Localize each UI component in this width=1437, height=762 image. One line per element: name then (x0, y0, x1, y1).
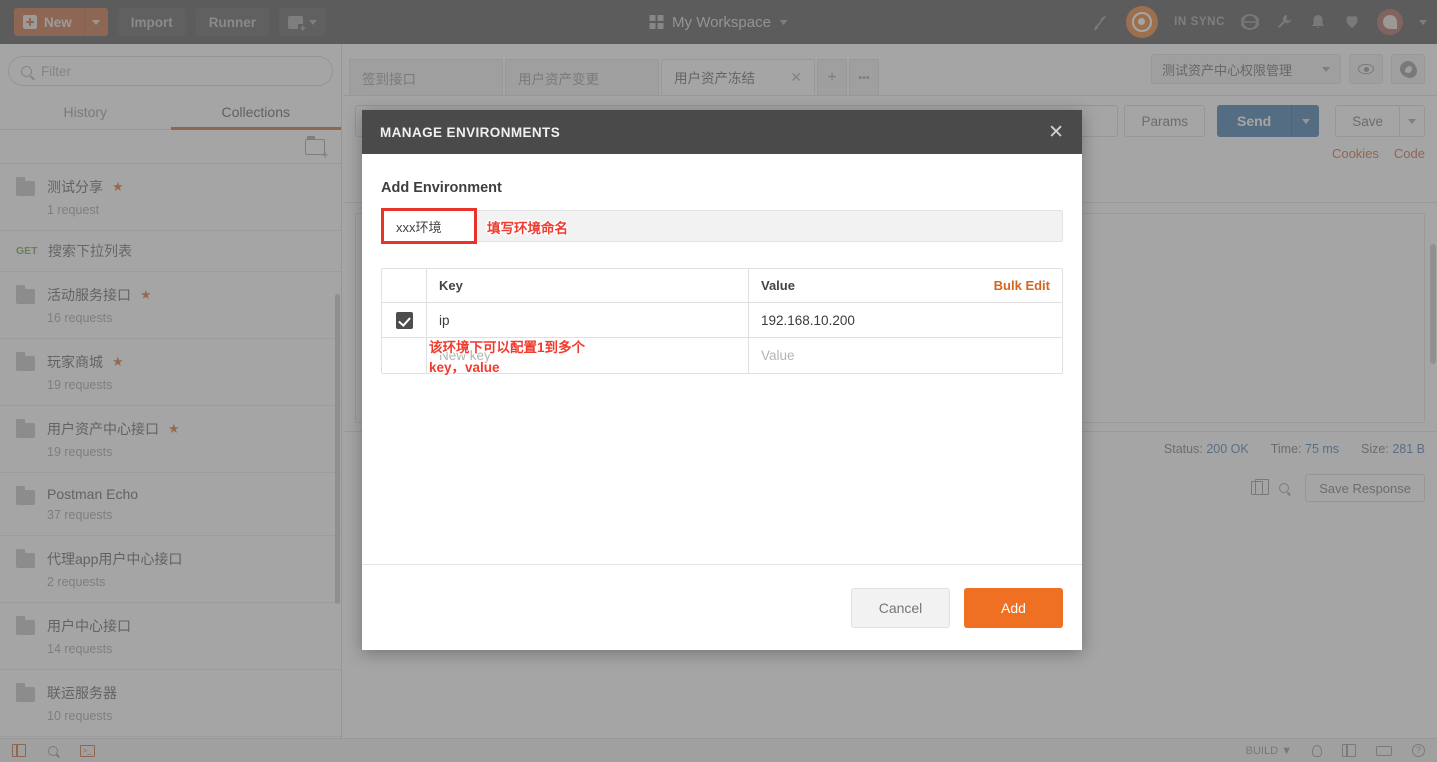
annotation-env-name: 填写环境命名 (486, 220, 570, 238)
header-key-cell: Key (427, 269, 749, 302)
header-value-label: Value (761, 278, 795, 293)
row-value-cell-placeholder[interactable]: Value (749, 338, 1062, 373)
environment-name-field-background[interactable] (381, 210, 1063, 242)
table-row[interactable]: ip 192.168.10.200 (382, 303, 1062, 338)
section-title: Add Environment (381, 180, 502, 196)
header-value-cell: Value Bulk Edit (749, 269, 1062, 302)
row-key-cell[interactable]: ip (427, 303, 749, 337)
add-button[interactable]: Add (964, 587, 1063, 628)
postman-app-window: New Import Runner My Workspace (0, 0, 1437, 762)
checkbox-checked[interactable] (395, 311, 413, 329)
modal-footer: Cancel Add (362, 564, 1082, 650)
modal-body: Add Environment xxx环境 填写环境命名 Key Value B… (362, 154, 1082, 564)
annotation-key-value: 该环境下可以配置1到多个key，value (428, 339, 587, 377)
add-label: Add (1001, 599, 1026, 616)
modal-header: MANAGE ENVIRONMENTS ✕ (362, 110, 1082, 154)
cancel-label: Cancel (878, 599, 923, 616)
environment-name-row: xxx环境 (381, 208, 1063, 244)
environment-name-value: xxx环境 (396, 219, 442, 235)
environment-name-input[interactable]: xxx环境 (381, 208, 477, 244)
close-icon[interactable]: ✕ (1048, 123, 1064, 142)
modal-title: MANAGE ENVIRONMENTS (380, 124, 561, 140)
cancel-button[interactable]: Cancel (851, 587, 950, 628)
manage-environments-modal: MANAGE ENVIRONMENTS ✕ Add Environment xx… (362, 110, 1082, 650)
table-header-row: Key Value Bulk Edit (382, 269, 1062, 303)
bulk-edit-link[interactable]: Bulk Edit (994, 278, 1050, 293)
header-checkbox-cell (382, 269, 427, 302)
row-value-cell[interactable]: 192.168.10.200 (749, 303, 1062, 337)
row-checkbox-cell[interactable] (382, 338, 427, 373)
row-checkbox-cell[interactable] (382, 303, 427, 337)
